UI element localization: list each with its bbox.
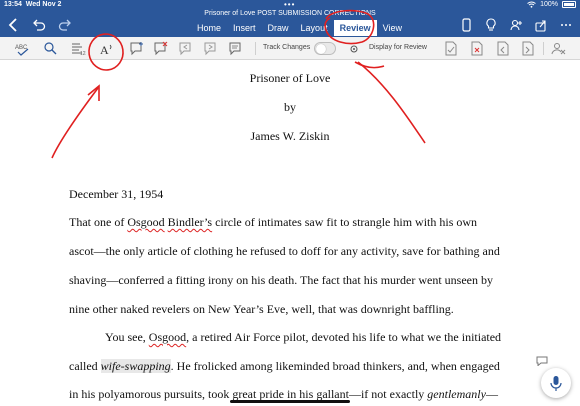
title-bar: 13:54 Wed Nov 2 ••• 100% Prisoner of Lov… — [0, 0, 580, 37]
comment-icon[interactable] — [536, 353, 548, 367]
spelling-error: Bindler’s — [167, 215, 213, 229]
track-changes-toggle[interactable] — [314, 42, 336, 55]
more-icon[interactable] — [560, 18, 572, 32]
spelling-button[interactable]: ABC — [14, 41, 30, 56]
redo-icon[interactable] — [58, 18, 72, 36]
ribbon-divider — [255, 42, 256, 55]
phone-icon[interactable] — [460, 18, 472, 32]
tab-review[interactable]: Review — [333, 20, 377, 36]
ribbon-divider — [543, 42, 544, 55]
battery-percent: 100% — [540, 1, 558, 8]
text-line: ascot—the only article of clothing he re… — [69, 244, 500, 258]
text-line: nine other naked revelers on New Year’s … — [69, 302, 454, 316]
show-comments-button[interactable] — [228, 41, 244, 56]
previous-change-button[interactable] — [495, 41, 511, 56]
delete-comment-button[interactable] — [153, 41, 169, 56]
tab-draw[interactable]: Draw — [262, 20, 295, 36]
spelling-error: Osgood — [148, 330, 187, 344]
battery-icon — [562, 1, 576, 8]
accept-icon — [445, 41, 457, 56]
lightbulb-icon[interactable] — [485, 18, 497, 32]
commented-text: wife-swapping — [100, 359, 171, 373]
smart-lookup-button[interactable] — [42, 41, 58, 56]
document-title: Prisoner of Love POST SUBMISSION CORRECT… — [204, 10, 376, 17]
next-change-icon — [522, 41, 534, 56]
text-line: You see, Osgood, a retired Air Force pil… — [105, 330, 502, 344]
status-indicators: 100% — [527, 1, 576, 8]
next-change-button[interactable] — [520, 41, 536, 56]
track-changes-label: Track Changes — [263, 44, 311, 51]
text-line: called wife-swapping. He frolicked among… — [69, 359, 500, 373]
display-for-review-options-button[interactable] — [346, 41, 362, 56]
search-icon — [44, 42, 57, 55]
block-authors-button[interactable] — [550, 41, 566, 56]
tab-insert[interactable]: Insert — [227, 20, 262, 36]
author-name: James W. Ziskin — [250, 129, 330, 143]
byline: by — [284, 100, 296, 114]
share-icon[interactable] — [535, 18, 547, 32]
new-comment-button[interactable] — [129, 41, 145, 56]
next-comment-button[interactable] — [203, 41, 219, 56]
spelling-error: Osgood — [127, 215, 165, 229]
tab-home[interactable]: Home — [191, 20, 227, 36]
tab-view[interactable]: View — [377, 20, 408, 36]
word-count-icon: 123 — [72, 43, 89, 57]
dictate-button[interactable] — [541, 368, 571, 398]
text-line: That one of Osgood Bindler’s circle of i… — [69, 215, 478, 229]
microphone-icon — [550, 376, 562, 391]
back-arrow-icon[interactable] — [6, 18, 20, 36]
comment-next-icon — [204, 42, 216, 56]
multitasking-dots-icon[interactable]: ••• — [284, 1, 295, 9]
tab-layout[interactable]: Layout — [295, 20, 334, 36]
comment-add-icon — [130, 42, 143, 56]
review-options-icon — [350, 45, 358, 53]
date-line: December 31, 1954 — [69, 187, 164, 201]
status-time: 13:54 Wed Nov 2 — [4, 1, 62, 8]
comment-delete-icon — [154, 41, 168, 56]
accept-change-button[interactable] — [443, 41, 459, 56]
ribbon-tabs: Home Insert Draw Layout Review View — [191, 20, 408, 36]
document-body[interactable]: Prisoner of Love by James W. Ziskin Dece… — [0, 60, 580, 406]
review-ribbon: ABC 123 A Track Changes Display for Revi… — [0, 37, 580, 60]
home-indicator — [230, 400, 350, 403]
person-block-icon — [551, 43, 566, 55]
previous-comment-button[interactable] — [178, 41, 194, 56]
comment-previous-icon — [179, 42, 191, 56]
wifi-icon — [527, 1, 536, 8]
reject-change-button[interactable] — [469, 41, 485, 56]
svg-text:123: 123 — [80, 51, 86, 56]
display-for-review-label[interactable]: Display for Review — [369, 44, 427, 51]
book-title: Prisoner of Love — [249, 71, 331, 85]
comments-icon — [229, 42, 241, 56]
word-count-button[interactable]: 123 — [70, 41, 89, 57]
read-aloud-button[interactable]: A — [99, 41, 115, 57]
read-aloud-label: A — [100, 43, 109, 56]
undo-icon[interactable] — [32, 18, 46, 36]
reject-icon — [471, 41, 483, 56]
text-line: shaving—conferred a fitting irony on his… — [69, 273, 493, 287]
person-add-icon[interactable] — [510, 18, 522, 32]
previous-change-icon — [497, 41, 509, 56]
